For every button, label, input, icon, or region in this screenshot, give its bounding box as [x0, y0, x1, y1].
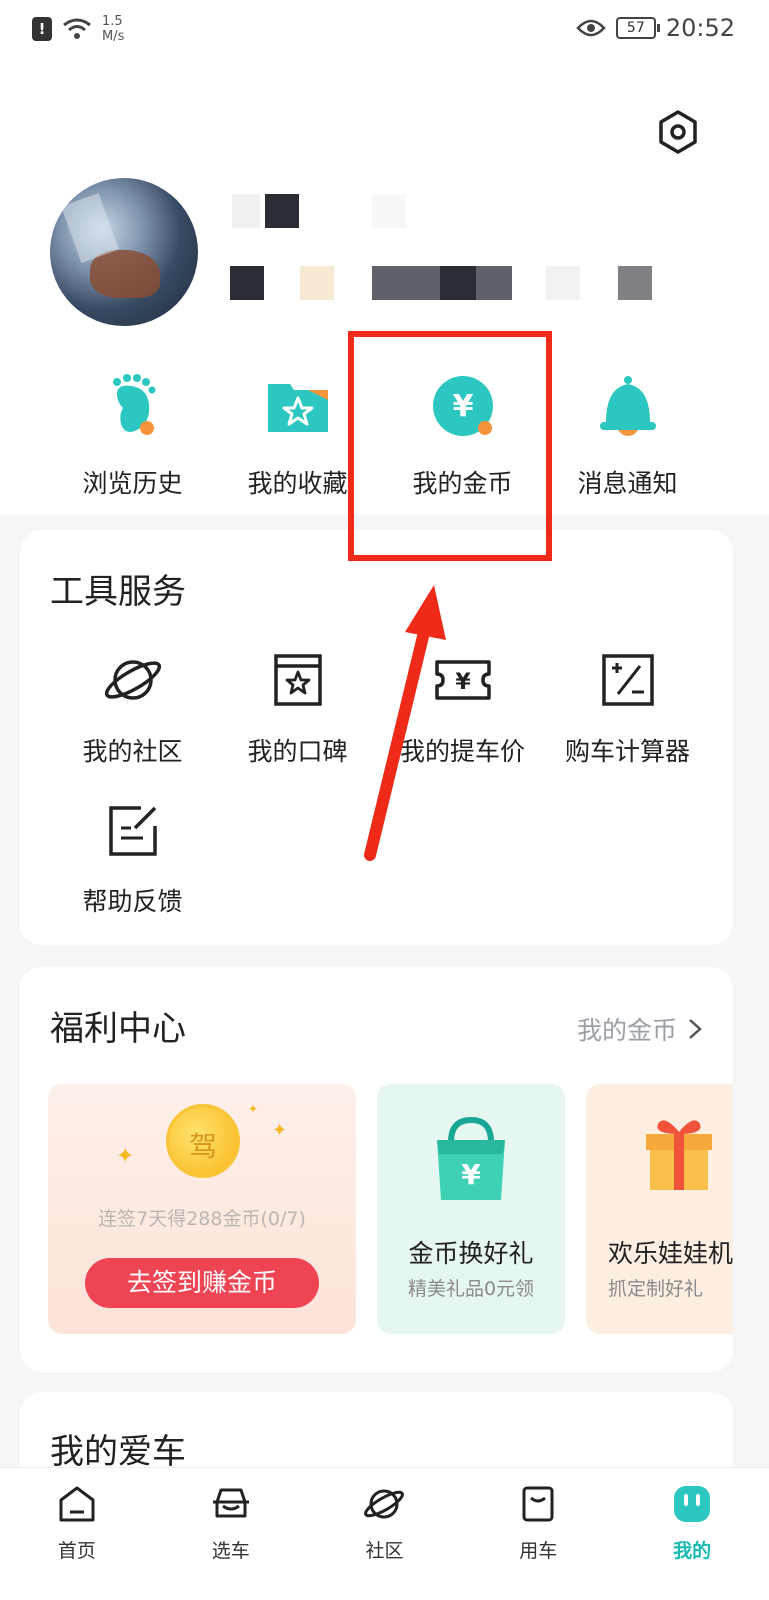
- signin-button[interactable]: 去签到赚金币: [85, 1258, 319, 1308]
- eye-icon: [576, 19, 606, 37]
- tab-select-car[interactable]: 选车: [154, 1468, 308, 1600]
- favorites-folder-icon: [267, 384, 328, 432]
- chevron-right-icon: [689, 1019, 702, 1039]
- tools-title: 工具服务: [50, 572, 186, 612]
- claw-title: 欢乐娃娃机: [608, 1239, 733, 1268]
- wifi-icon: [63, 18, 91, 39]
- tab-mine[interactable]: 我的: [615, 1468, 769, 1600]
- avatar[interactable]: [50, 178, 198, 326]
- signin-card[interactable]: ✦ ✦ ✦ 连签7天得288金币(0/7) 去签到赚金币: [48, 1084, 356, 1334]
- tab-community[interactable]: 社区: [308, 1468, 462, 1600]
- profile-icon: [674, 1486, 711, 1522]
- claw-subtitle: 抓定制好礼: [608, 1278, 704, 1300]
- tools-card: 工具服务 我的社区 我的口碑 ¥ 我的提车价 购车计算器 帮助反馈: [20, 530, 733, 945]
- shopping-bag-icon: ¥: [437, 1116, 505, 1200]
- svg-text:¥: ¥: [461, 1158, 481, 1191]
- home-icon: [59, 1486, 95, 1522]
- tool-delivery-price[interactable]: ¥ 我的提车价: [380, 648, 545, 768]
- alert-icon: [32, 17, 52, 41]
- my-coins-link[interactable]: 我的金币: [577, 1011, 703, 1047]
- car-select-icon: [212, 1488, 249, 1518]
- price-ticket-icon: ¥: [434, 660, 491, 700]
- sparkle-icon: ✦: [116, 1144, 135, 1169]
- sparkle-icon: ✦: [248, 1102, 259, 1116]
- planet-icon: [104, 660, 161, 700]
- gift-box-icon: [646, 1120, 712, 1190]
- tab-home[interactable]: 首页: [0, 1468, 154, 1600]
- settings-icon[interactable]: [654, 108, 702, 156]
- network-speed: 1.5 M/s: [102, 14, 125, 44]
- status-bar: 1.5 M/s 57 20:52: [0, 0, 769, 64]
- car-use-icon: [522, 1486, 554, 1522]
- welfare-card: 福利中心 我的金币 ✦ ✦ ✦ 连签7天得288金币(0/7) 去签到赚金币 ¥…: [20, 967, 733, 1372]
- gold-coin-icon: [166, 1104, 240, 1178]
- calculator-icon: [601, 654, 654, 706]
- tool-my-reviews[interactable]: 我的口碑: [215, 648, 380, 768]
- sparkle-icon: ✦: [272, 1120, 288, 1141]
- tool-my-community[interactable]: 我的社区: [50, 648, 215, 768]
- signin-desc: 连签7天得288金币(0/7): [98, 1208, 306, 1230]
- battery-indicator: 57: [615, 17, 660, 39]
- tool-help-feedback[interactable]: 帮助反馈: [50, 798, 215, 918]
- footprint-icon: [112, 374, 155, 435]
- clock: 20:52: [665, 14, 735, 42]
- quick-history[interactable]: 浏览历史: [50, 370, 215, 500]
- tab-use-car[interactable]: 用车: [461, 1468, 615, 1600]
- bottom-tab-bar: 首页 选车 社区 用车 我的: [0, 1467, 769, 1600]
- welfare-title: 福利中心: [50, 1009, 186, 1049]
- highlight-box: [348, 331, 552, 561]
- review-star-icon: [273, 654, 322, 706]
- coin-exchange-card[interactable]: ¥ 金币换好礼 精美礼品0元领: [377, 1084, 565, 1334]
- svg-text:¥: ¥: [455, 670, 471, 695]
- tool-car-calculator[interactable]: 购车计算器: [545, 648, 710, 768]
- exchange-title: 金币换好礼: [408, 1239, 534, 1268]
- feedback-edit-icon: [108, 806, 157, 856]
- exchange-subtitle: 精美礼品0元领: [407, 1278, 535, 1300]
- bell-icon: [599, 376, 656, 436]
- planet-icon: [364, 1489, 405, 1519]
- claw-machine-card[interactable]: 欢乐娃娃机 抓定制好礼: [586, 1084, 733, 1334]
- quick-notifications[interactable]: 消息通知: [545, 370, 710, 500]
- my-car-title: 我的爱车: [50, 1432, 186, 1472]
